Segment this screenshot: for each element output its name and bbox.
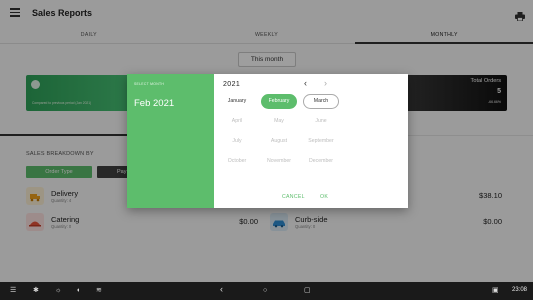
brightness-icon[interactable]: ☼ <box>55 286 61 296</box>
month-april: April <box>231 118 243 124</box>
month-september: September <box>308 138 334 144</box>
month-february[interactable]: February <box>261 94 297 109</box>
month-picker-header: SELECT MONTH Feb 2021 <box>127 74 214 208</box>
month-july: July <box>232 138 242 144</box>
back-icon[interactable]: ‹ <box>220 284 223 294</box>
month-picker-dialog: SELECT MONTH Feb 2021 2021 ‹ › January F… <box>127 74 408 208</box>
chevron-right-icon[interactable]: › <box>324 78 327 88</box>
month-november: November <box>267 158 291 164</box>
recent-apps-icon[interactable]: ▢ <box>304 286 311 296</box>
menu-icon[interactable]: ☰ <box>10 286 16 296</box>
month-october: October <box>227 158 247 164</box>
volume-icon[interactable]: ◖ <box>76 286 80 296</box>
clock: 23:08 <box>511 287 527 293</box>
system-nav-bar: ☰ ✱ ☼ ◖ ≋ ‹ ○ ▢ ▣ 23:08 <box>0 282 533 300</box>
ok-button[interactable]: OK <box>320 194 328 200</box>
chevron-left-icon[interactable]: ‹ <box>304 78 307 88</box>
month-picker-caption: SELECT MONTH <box>134 82 165 86</box>
screenshot-icon[interactable]: ▣ <box>492 286 499 296</box>
month-march[interactable]: March <box>303 94 339 109</box>
month-january[interactable]: January <box>219 94 255 109</box>
home-icon[interactable]: ○ <box>263 286 267 296</box>
cancel-button[interactable]: CANCEL <box>282 194 305 200</box>
month-august: August <box>270 138 288 144</box>
month-june: June <box>315 118 327 124</box>
month-may: May <box>274 118 284 124</box>
selected-month-display: Feb 2021 <box>134 98 175 109</box>
wifi-icon[interactable]: ≋ <box>96 286 102 296</box>
year-label[interactable]: 2021 <box>223 81 240 88</box>
month-december: December <box>309 158 333 164</box>
bluetooth-icon[interactable]: ✱ <box>33 286 39 296</box>
